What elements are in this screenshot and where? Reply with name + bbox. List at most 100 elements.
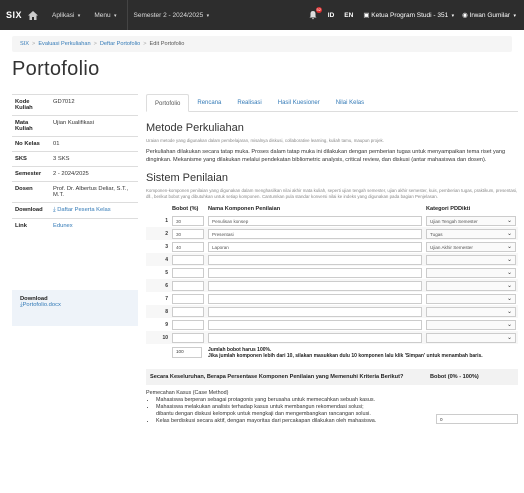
question-header: Secara Keseluruhan, Berapa Persentase Ko… [146, 369, 518, 385]
table-row: 3 40 Laporan Ujian Akhir Semester ⌄ [146, 240, 518, 253]
nama-komponen-input[interactable] [208, 306, 422, 317]
home-icon[interactable] [28, 10, 39, 20]
row-number: 5 [165, 269, 168, 276]
bobot-input[interactable] [172, 280, 204, 291]
table-row: 2 30 Presentasi Tugas ⌄ [146, 227, 518, 240]
case-percent-input[interactable]: 0 [436, 414, 518, 424]
tab-nilai-kelas[interactable]: Nilai Kelas [328, 94, 372, 111]
chevron-down-icon: ⌄ [506, 321, 512, 328]
nama-komponen-input[interactable] [208, 319, 422, 330]
bobot-input[interactable]: 30 [172, 215, 204, 226]
row-number: 9 [165, 321, 168, 328]
penilaian-table: Bobot (%) Nama Komponen Penilaian Katego… [146, 204, 518, 344]
table-row: 6 ⌄ [146, 279, 518, 292]
table-row: 10 ⌄ [146, 331, 518, 344]
row-number: 8 [165, 308, 168, 315]
bobot-input[interactable] [172, 267, 204, 278]
nama-komponen-input[interactable]: Presentasi [208, 228, 422, 239]
user-menu[interactable]: ◉ Irwan Gumilar ▾ [462, 11, 516, 19]
kategori-select[interactable]: ⌄ [426, 267, 516, 278]
chevron-down-icon: ⌄ [506, 256, 512, 263]
info-key: Mata Kuliah [12, 115, 50, 137]
top-navbar: SIX Aplikasi ▾ Menu ▾ Semester 2 - 2024/… [0, 0, 524, 30]
lang-en[interactable]: EN [344, 12, 353, 19]
metode-help: Uraian metode yang digunakan dalam pembe… [146, 138, 384, 143]
case-title: Pemecahan Kasus (Case Method) [146, 390, 229, 396]
edunex-link[interactable]: Edunex [53, 223, 73, 229]
brand-logo[interactable]: SIX [6, 10, 22, 20]
nav-semester[interactable]: Semester 2 - 2024/2025 ▾ [134, 12, 210, 19]
row-number: 7 [165, 295, 168, 302]
chevron-down-icon: ⌄ [506, 334, 512, 341]
main-content: Portofolio Rencana Realisasi Hasil Kuesi… [146, 94, 518, 425]
kategori-select[interactable]: Ujian Tengah Semester ⌄ [426, 215, 516, 226]
table-row: 8 ⌄ [146, 305, 518, 318]
kategori-select[interactable]: Tugas ⌄ [426, 228, 516, 239]
nama-komponen-input[interactable] [208, 332, 422, 343]
bobot-input[interactable]: 40 [172, 241, 204, 252]
row-number: 1 [165, 217, 168, 224]
bobot-input[interactable]: 30 [172, 228, 204, 239]
bell-icon[interactable]: 52 [308, 7, 322, 20]
case-bullet: Mahasiswa melakukan analisis terhadap ka… [156, 404, 518, 411]
tabs: Portofolio Rencana Realisasi Hasil Kuesi… [146, 94, 518, 112]
breadcrumb-evaluasi[interactable]: Evaluasi Perkuliahan [38, 41, 90, 47]
tab-portofolio[interactable]: Portofolio [146, 94, 190, 112]
nav-divider [126, 0, 128, 30]
row-number: 6 [165, 282, 168, 289]
total-bobot-field[interactable]: 100 [172, 347, 202, 358]
bobot-input[interactable] [172, 319, 204, 330]
col-kategori: Kategori PDDikti [426, 206, 471, 212]
breadcrumb: SIX > Evaluasi Perkuliahan > Deftar Portof… [12, 36, 512, 52]
metode-heading: Metode Perkuliahan [146, 122, 244, 134]
nama-komponen-input[interactable]: Laporan [208, 241, 422, 252]
info-key: No Kelas [12, 136, 50, 152]
bobot-input[interactable] [172, 306, 204, 317]
portofolio-docx-link[interactable]: ⤓Portofolio.docx [20, 302, 61, 308]
kategori-select[interactable]: ⌄ [426, 332, 516, 343]
kategori-select[interactable]: Ujian Akhir Semester ⌄ [426, 241, 516, 252]
rows-note: Jika jumlah komponen lebih dari 10, sila… [208, 353, 483, 359]
breadcrumb-daftar[interactable]: Deftar Portofolio [100, 41, 140, 47]
lang-id[interactable]: ID [328, 12, 335, 19]
kategori-select[interactable]: ⌄ [426, 319, 516, 330]
info-value: Prof. Dr. Albertus Deliar, S.T., M.T. [50, 181, 138, 203]
col-nama: Nama Komponen Penilaian [208, 206, 281, 212]
col-bobot: Bobot (%) [172, 206, 199, 212]
nav-aplikasi[interactable]: Aplikasi ▾ [52, 12, 80, 19]
nama-komponen-input[interactable] [208, 267, 422, 278]
kategori-select[interactable]: ⌄ [426, 254, 516, 265]
info-value: 3 SKS [50, 151, 138, 167]
nama-komponen-input[interactable] [208, 254, 422, 265]
metode-text[interactable]: Perkuliahan dilakukan secara tatap muka.… [146, 149, 518, 164]
total-row: 100 Jumlah bobot harus 100%. Jika jumlah… [146, 347, 518, 359]
chevron-down-icon: ⌄ [506, 217, 512, 224]
download-participants-link[interactable]: ⤓ Daftar Peserta Kelas [53, 207, 111, 213]
chevron-down-icon: ⌄ [506, 308, 512, 315]
nama-komponen-input[interactable] [208, 293, 422, 304]
tab-realisasi[interactable]: Realisasi [229, 94, 269, 111]
download-icon: ⤓ [53, 207, 56, 213]
breadcrumb-six[interactable]: SIX [20, 41, 29, 47]
caret-down-icon: ▾ [112, 12, 117, 19]
role-selector[interactable]: ▣ Ketua Program Studi - 351 ▾ [363, 11, 454, 19]
table-row: 9 ⌄ [146, 318, 518, 331]
tab-rencana[interactable]: Rencana [189, 94, 229, 111]
bobot-input[interactable] [172, 254, 204, 265]
info-value: GD7012 [50, 94, 138, 116]
info-key: Link [12, 218, 50, 233]
nav-menu[interactable]: Menu ▾ [94, 12, 116, 19]
row-number: 10 [162, 334, 168, 341]
tab-hasil-kuesioner[interactable]: Hasil Kuesioner [270, 94, 328, 111]
kategori-select[interactable]: ⌄ [426, 280, 516, 291]
question-text: Secara Keseluruhan, Berapa Persentase Ko… [150, 374, 404, 380]
kategori-select[interactable]: ⌄ [426, 306, 516, 317]
row-number: 3 [165, 243, 168, 250]
nama-komponen-input[interactable] [208, 280, 422, 291]
table-row: 1 30 Penulisan konsep Ujian Tengah Semester… [146, 214, 518, 227]
kategori-select[interactable]: ⌄ [426, 293, 516, 304]
bobot-input[interactable] [172, 293, 204, 304]
nama-komponen-input[interactable]: Penulisan konsep [208, 215, 422, 226]
bobot-input[interactable] [172, 332, 204, 343]
course-info: Kode Kuliah GD7012 Mata Kuliah Ujian Kuali… [12, 94, 138, 233]
